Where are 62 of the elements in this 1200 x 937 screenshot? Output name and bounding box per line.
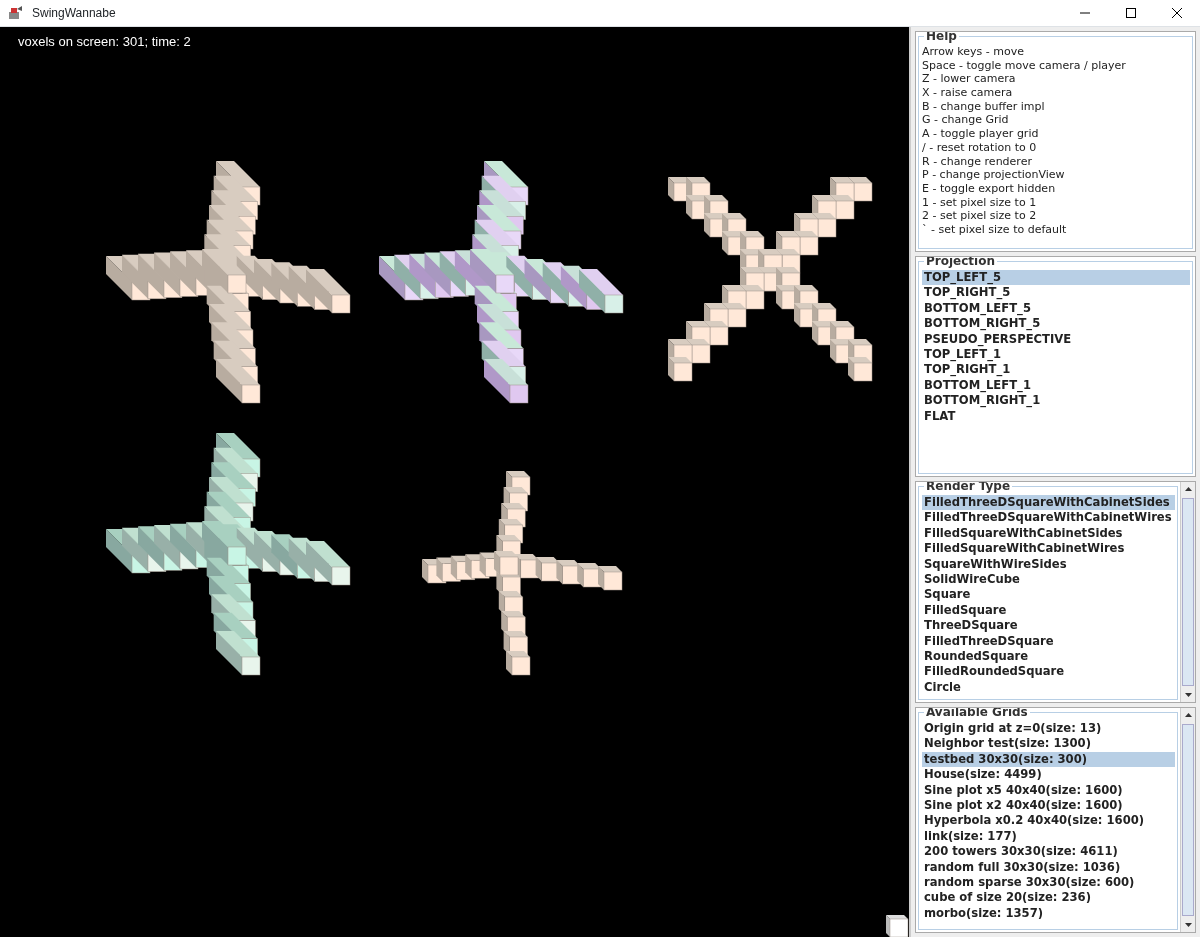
help-line: 2 - set pixel size to 2 <box>922 209 1038 223</box>
list-item[interactable]: ThreeDSquare <box>922 618 1175 634</box>
close-icon[interactable] <box>1172 8 1182 18</box>
maximize-icon[interactable] <box>1126 8 1136 18</box>
list-item[interactable]: BOTTOM_RIGHT_1 <box>922 393 1190 409</box>
list-item[interactable]: Sine plot x5 40x40(size: 1600) <box>922 782 1175 799</box>
list-item[interactable]: morbo(size: 1357) <box>922 905 1175 922</box>
scroll-down-icon[interactable] <box>1184 693 1192 697</box>
list-item[interactable]: TOP_LEFT_1 <box>922 347 1190 363</box>
list-item[interactable]: FilledThreeDSquareWithCabinetWires <box>922 510 1175 526</box>
help-line: R - change renderer <box>922 154 1033 169</box>
list-item[interactable]: random sparse 30x30(size: 600) <box>922 875 1175 891</box>
list-item[interactable]: Neighbor test(size: 1300) <box>922 736 1175 752</box>
help-line: Arrow keys - move <box>922 45 1026 59</box>
list-item[interactable]: BOTTOM_LEFT_1 <box>922 377 1190 394</box>
list-item[interactable]: Circle <box>922 679 1175 696</box>
help-line: Z - lower camera <box>922 72 1017 87</box>
list-item[interactable]: random full 30x30(size: 1036) <box>922 859 1175 876</box>
list-item[interactable]: FilledSquare <box>922 602 1175 619</box>
list-item[interactable]: 200 towers 30x30(size: 4611) <box>922 844 1175 860</box>
list-item[interactable]: FilledRoundedSquare <box>922 664 1175 680</box>
list-item[interactable]: link(size: 177) <box>922 828 1175 845</box>
list-item[interactable]: House(size: 4499) <box>922 767 1175 783</box>
list-item[interactable]: FLAT <box>922 408 1190 425</box>
help-line: E - toggle export hidden <box>922 181 1057 196</box>
voxel-cube-drawing <box>886 915 909 937</box>
list-item[interactable]: SolidWireCube <box>922 572 1175 588</box>
list-item[interactable]: PSEUDO_PERSPECTIVE <box>922 331 1190 348</box>
scrollbar[interactable] <box>1180 708 1195 932</box>
list-item[interactable]: FilledSquareWithCabinetWires <box>922 541 1175 557</box>
list-item[interactable]: Hyperbola x0.2 40x40(size: 1600) <box>922 813 1175 829</box>
status-text: voxels on screen: 301; time: 2 <box>18 33 191 51</box>
list-item[interactable]: TOP_RIGHT_5 <box>922 285 1190 301</box>
list-item[interactable]: cube of size 20(size: 236) <box>922 890 1175 906</box>
list-item[interactable]: BOTTOM_LEFT_5 <box>922 300 1190 317</box>
help-line: ` - set pixel size to default <box>922 222 1068 237</box>
list-item[interactable]: FilledSquareWithCabinetSides <box>922 525 1175 542</box>
list-item[interactable]: FilledThreeDSquareWithCabinetSides <box>922 495 1175 511</box>
help-line: / - reset rotation to 0 <box>922 140 1038 155</box>
list-item[interactable]: testbed 30x30(size: 300) <box>922 751 1175 768</box>
help-line: X - raise camera <box>922 86 1014 100</box>
help-line: 1 - set pixel size to 1 <box>922 195 1038 210</box>
scroll-up-icon[interactable] <box>1184 487 1192 491</box>
list-item[interactable]: Square <box>922 587 1175 603</box>
help-line: A - toggle player grid <box>922 127 1040 141</box>
list-item[interactable]: Origin grid at z=0(size: 13) <box>922 721 1175 737</box>
list-item[interactable]: TOP_LEFT_5 <box>922 270 1190 286</box>
list-item[interactable]: FilledThreeDSquare <box>922 633 1175 650</box>
scroll-up-icon[interactable] <box>1184 713 1192 717</box>
help-line: G - change Grid <box>922 113 1010 128</box>
scroll-down-icon[interactable] <box>1184 923 1192 927</box>
help-line: P - change projectionView <box>922 168 1066 182</box>
list-item[interactable]: Sine plot x2 40x40(size: 1600) <box>922 798 1175 814</box>
list-item[interactable]: SquareWithWireSides <box>922 556 1175 573</box>
help-line: Space - toggle move camera / player <box>922 58 1127 73</box>
window-title: SwingWannabe <box>32 5 117 22</box>
list-item[interactable]: TOP_RIGHT_1 <box>922 362 1190 378</box>
help-line: B - change buffer impl <box>922 99 1046 114</box>
app-icon <box>8 5 24 21</box>
scrollbar[interactable] <box>1180 482 1195 702</box>
list-item[interactable]: RoundedSquare <box>922 649 1175 665</box>
list-item[interactable]: BOTTOM_RIGHT_5 <box>922 316 1190 332</box>
